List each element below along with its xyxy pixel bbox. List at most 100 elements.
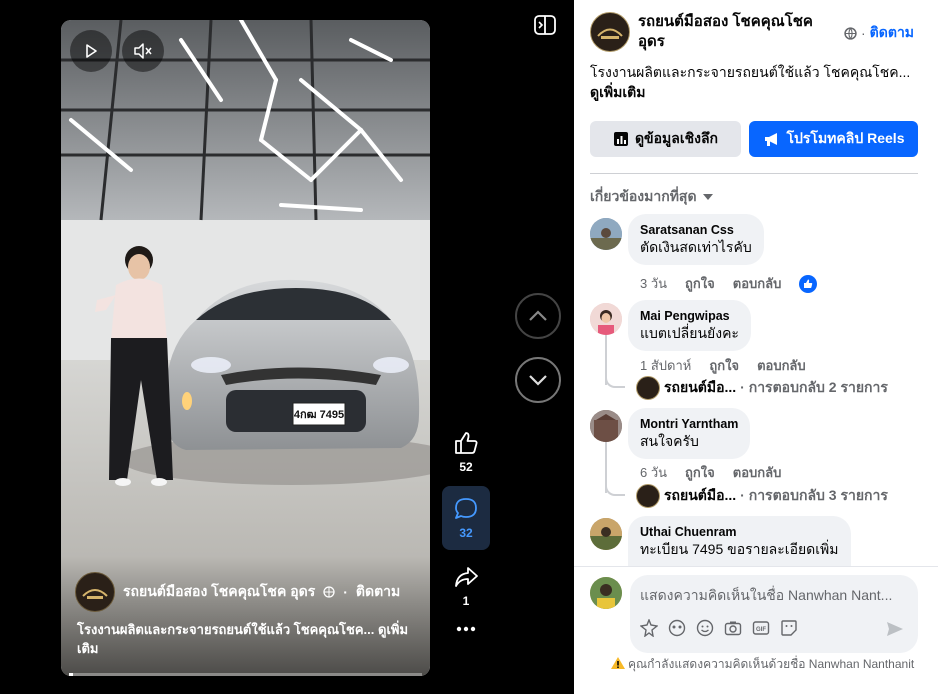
- comment-action[interactable]: 32: [442, 486, 490, 550]
- avatar: [636, 376, 660, 400]
- comment-time[interactable]: 1 สัปดาห์: [640, 355, 691, 376]
- user-photo-icon: [590, 218, 622, 250]
- collapse-panel-icon[interactable]: [534, 14, 556, 36]
- video-follow-link[interactable]: ติดตาม: [356, 581, 400, 603]
- post-description: โรงงานผลิตและกระจายรถยนต์ใช้แล้ว โชคคุณโ…: [590, 62, 920, 102]
- avatar-sticker-button[interactable]: [640, 619, 658, 637]
- previous-reel-button[interactable]: [515, 293, 561, 339]
- comment-input-box[interactable]: แสดงความคิดเห็นในชื่อ Nanwhan Nant... GI…: [630, 575, 918, 653]
- comment-composer: แสดงความคิดเห็นในชื่อ Nanwhan Nant... GI…: [574, 566, 938, 694]
- play-icon: [86, 44, 97, 58]
- comment-text: ทะเบียน 7495 ขอรายละเอียดเพิ่ม: [640, 541, 839, 557]
- caret-down-icon: [702, 194, 713, 200]
- video-page-name[interactable]: รถยนต์มือสอง โชคคุณโชค อุดร: [123, 581, 315, 603]
- comment-text: สนใจครับ: [640, 433, 699, 449]
- see-more-link[interactable]: ดูเพิ่มเติม: [590, 82, 920, 102]
- muted-icon: [134, 43, 152, 59]
- sticker-avatar-icon: [640, 619, 658, 637]
- comment-bubble: Uthai Chuenram ทะเบียน 7495 ขอรายละเอียด…: [628, 516, 851, 566]
- video-description[interactable]: โรงงานผลิตและกระจายรถยนต์ใช้แล้ว โชคคุณโ…: [77, 620, 417, 658]
- comment-icon: [455, 498, 477, 519]
- composer-tools: GIF: [640, 619, 798, 637]
- promote-reel-button[interactable]: โปรโมทคลิป Reels: [749, 121, 918, 157]
- comment-bubble: Mai Pengwipas แบตเปลี่ยนยังคะ: [628, 300, 751, 351]
- sticker-button[interactable]: [780, 619, 798, 637]
- camera-icon: [724, 621, 742, 636]
- like-link[interactable]: ถูกใจ: [685, 462, 715, 483]
- more-icon: [456, 626, 476, 632]
- gif-button[interactable]: GIF: [752, 619, 770, 637]
- reply-link[interactable]: ตอบกลับ: [733, 273, 782, 294]
- comment-sort-dropdown[interactable]: เกี่ยวข้องมากที่สุด: [590, 186, 713, 208]
- chevron-down-icon: [529, 375, 547, 386]
- like-action[interactable]: 52: [453, 430, 479, 474]
- insights-button[interactable]: ดูข้อมูลเชิงลึก: [590, 121, 741, 157]
- like-link[interactable]: ถูกใจ: [685, 273, 715, 294]
- page-avatar[interactable]: [75, 572, 115, 612]
- svg-text:GIF: GIF: [756, 627, 766, 633]
- avatar[interactable]: [590, 218, 622, 250]
- header-separator: ·: [861, 25, 866, 41]
- chevron-up-icon: [529, 310, 547, 321]
- mask-icon: [668, 619, 686, 637]
- header-follow-area: · ติดตาม: [844, 22, 914, 44]
- play-button[interactable]: [70, 30, 112, 72]
- comment-author[interactable]: Mai Pengwipas: [640, 308, 739, 324]
- video-progress-bar[interactable]: [69, 673, 422, 676]
- avatar[interactable]: [590, 518, 622, 550]
- reply-link[interactable]: ตอบกลับ: [733, 462, 782, 483]
- page-name[interactable]: รถยนต์มือสอง โชคคุณโชค อุดร: [638, 12, 828, 52]
- details-panel: รถยนต์มือสอง โชคคุณโชค อุดร · ติดตาม โรง…: [574, 0, 938, 694]
- avatar[interactable]: [590, 577, 622, 609]
- video-page-info: รถยนต์มือสอง โชคคุณโชค อุดร · ติดตาม: [75, 572, 400, 612]
- send-button[interactable]: [886, 621, 904, 642]
- comment-meta: 3 วัน ถูกใจ ตอบกลับ: [640, 273, 818, 294]
- mute-button[interactable]: [122, 30, 164, 72]
- emoji-icon: [696, 619, 714, 637]
- commenting-as-notice: คุณกำลังแสดงความคิดเห็นด้วยชื่อ Nanwhan …: [611, 655, 918, 673]
- avatar[interactable]: [590, 410, 622, 442]
- send-icon: [887, 622, 903, 636]
- action-buttons: ดูข้อมูลเชิงลึก โปรโมทคลิป Reels: [590, 121, 918, 157]
- comment-count: 32: [459, 526, 473, 540]
- photo-button[interactable]: [724, 619, 742, 637]
- share-icon: [455, 567, 478, 587]
- reel-video[interactable]: 4กฒ 7495 รถยนต์มือสอง โชคคุณโชค อุดร · ต…: [61, 20, 430, 676]
- globe-icon: [844, 26, 857, 40]
- avatar: [636, 484, 660, 508]
- like-link[interactable]: ถูกใจ: [709, 355, 739, 376]
- share-action[interactable]: 1: [453, 564, 479, 608]
- comment-author[interactable]: Montri Yarntham: [640, 416, 738, 432]
- description-text: โรงงานผลิตและกระจายรถยนต์ใช้แล้ว โชคคุณโ…: [590, 64, 911, 80]
- warning-icon: [611, 657, 625, 669]
- video-progress-fill: [69, 673, 73, 676]
- comment-author[interactable]: Uthai Chuenram: [640, 524, 839, 540]
- avatar[interactable]: [590, 303, 622, 335]
- user-photo-icon: [590, 303, 622, 335]
- emoji-mask-button[interactable]: [668, 619, 686, 637]
- emoji-button[interactable]: [696, 619, 714, 637]
- globe-icon: [323, 586, 335, 598]
- view-replies-link[interactable]: รถยนต์มือ... · การตอบกลับ 3 รายการ: [636, 484, 888, 508]
- video-viewer: 4กฒ 7495 รถยนต์มือสอง โชคคุณโชค อุดร · ต…: [0, 0, 574, 694]
- user-photo-icon: [590, 577, 622, 609]
- comment-input[interactable]: แสดงความคิดเห็นในชื่อ Nanwhan Nant...: [640, 585, 892, 607]
- share-count: 1: [462, 594, 470, 608]
- like-count: 52: [459, 460, 473, 474]
- comment-author[interactable]: Saratsanan Css: [640, 222, 752, 238]
- insights-icon: [613, 132, 628, 146]
- more-options-button[interactable]: [456, 626, 476, 632]
- page-avatar[interactable]: [590, 12, 630, 52]
- reply-link[interactable]: ตอบกลับ: [757, 355, 806, 376]
- user-photo-icon: [590, 518, 622, 550]
- next-reel-button[interactable]: [515, 357, 561, 403]
- gif-icon: GIF: [752, 621, 770, 635]
- view-replies-link[interactable]: รถยนต์มือ... · การตอบกลับ 2 รายการ: [636, 376, 888, 400]
- comment-time[interactable]: 3 วัน: [640, 273, 667, 294]
- like-reaction-icon[interactable]: [799, 274, 818, 293]
- logo-icon: [82, 589, 108, 599]
- comment-time[interactable]: 6 วัน: [640, 462, 667, 483]
- logo-icon: [597, 28, 623, 39]
- follow-link[interactable]: ติดตาม: [870, 22, 914, 44]
- comment-meta: 1 สัปดาห์ ถูกใจ ตอบกลับ: [640, 355, 806, 376]
